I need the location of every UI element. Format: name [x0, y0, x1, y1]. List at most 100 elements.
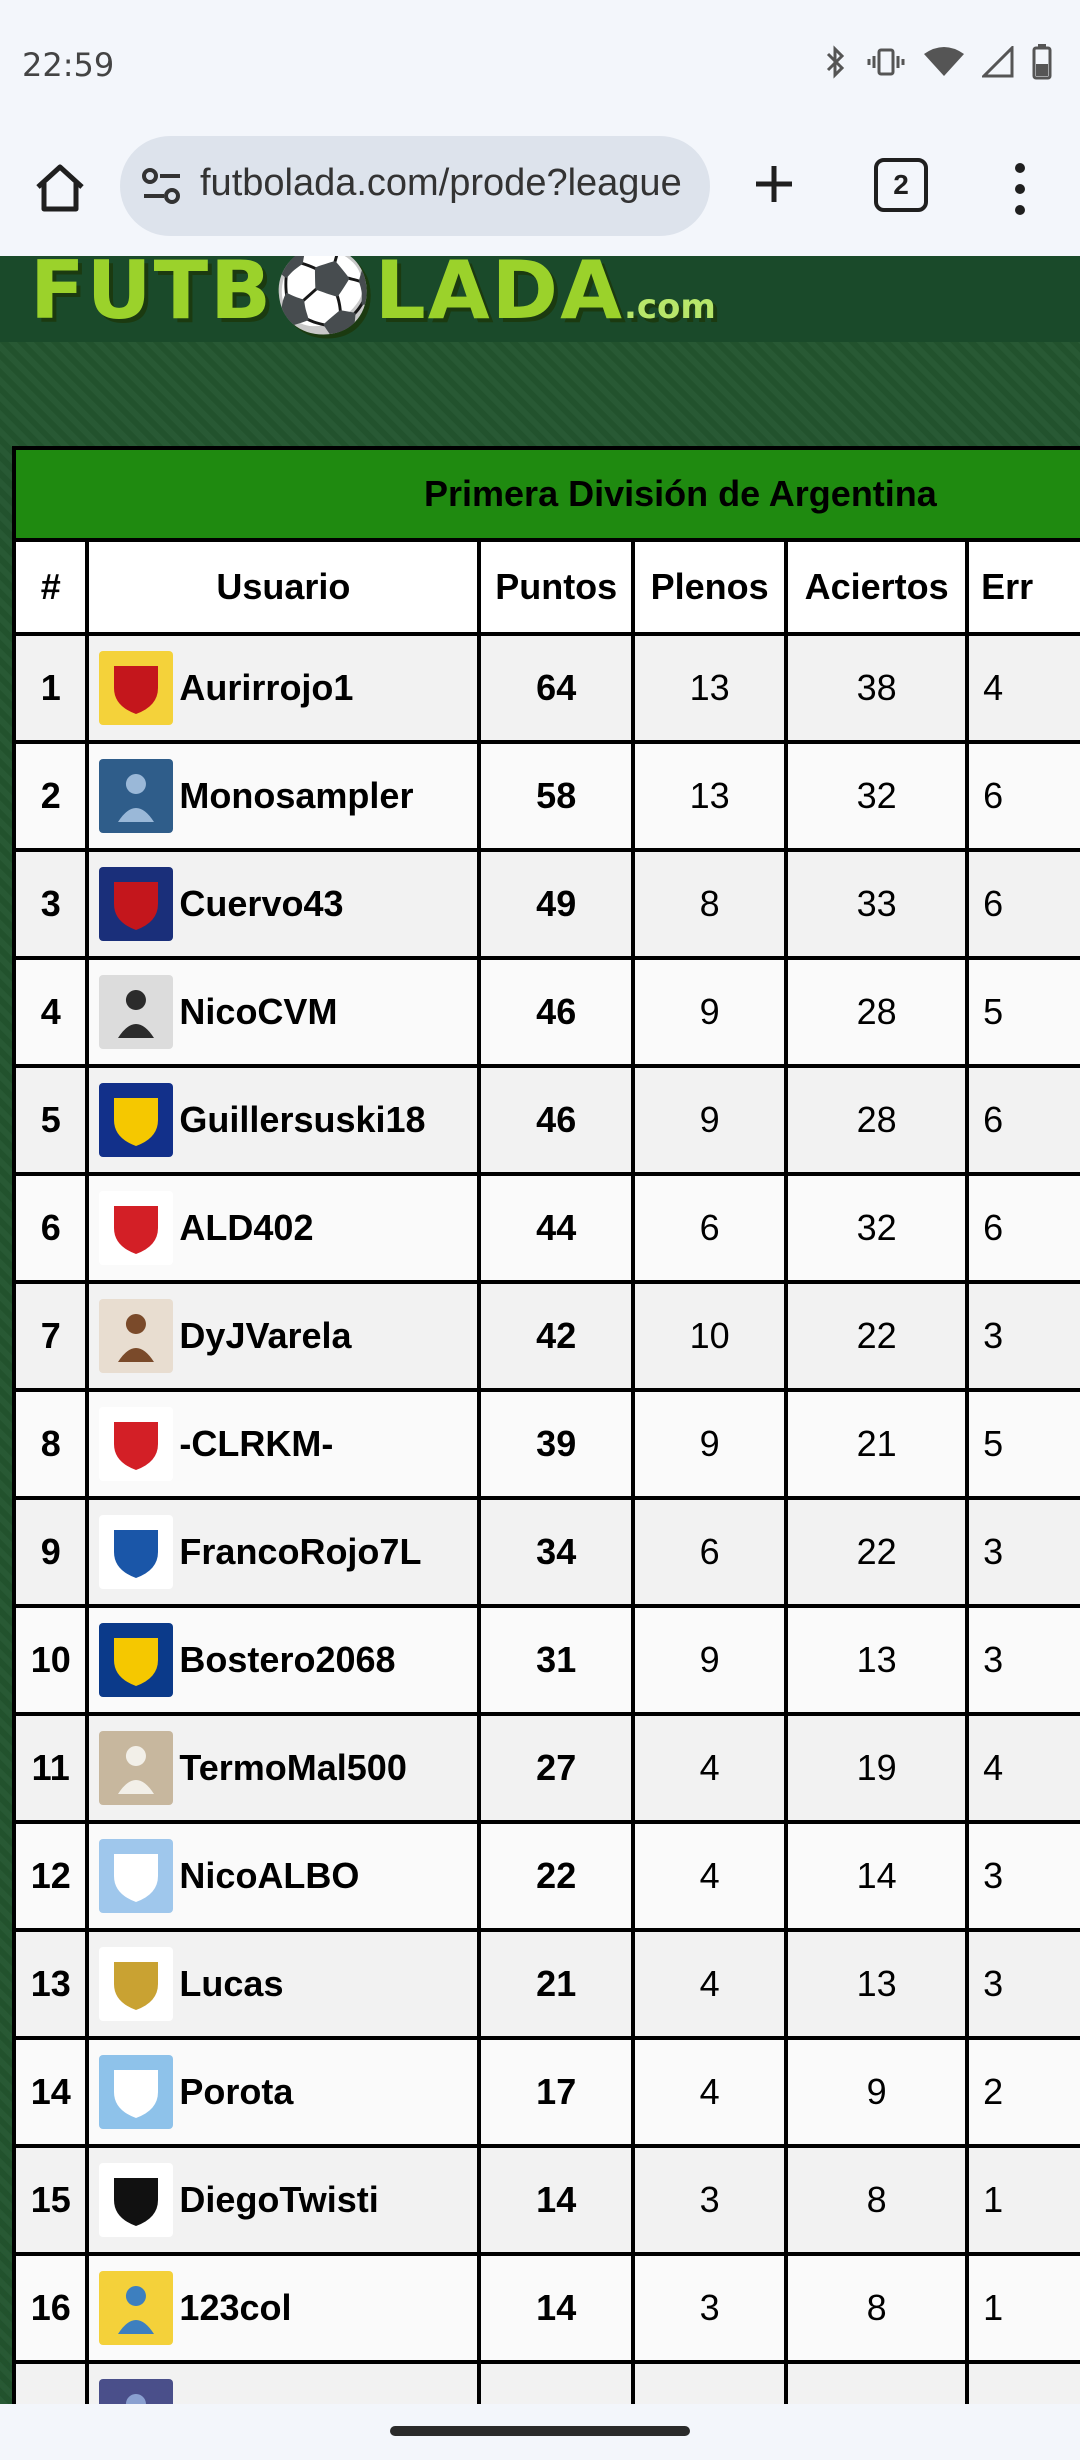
rank-cell: 4	[16, 960, 86, 1064]
user-cell[interactable]: Aurirrojo1	[89, 636, 478, 740]
user-cell[interactable]: NicoALBO	[89, 1824, 478, 1928]
site-logo[interactable]: FUTB⚽LADA.com	[30, 256, 716, 338]
errores-cell: 1	[969, 2148, 1080, 2252]
plenos-cell: 13	[635, 636, 785, 740]
avatar[interactable]	[99, 1839, 174, 1913]
man-photo-icon	[118, 990, 155, 1038]
user-cell[interactable]: Monosampler	[89, 744, 478, 848]
user-cell[interactable]: -CLRKM-	[89, 1392, 478, 1496]
rank-cell: 15	[16, 2148, 86, 2252]
header-user[interactable]: Usuario	[89, 542, 478, 632]
avatar[interactable]	[99, 1947, 174, 2021]
rank-cell: 12	[16, 1824, 86, 1928]
user-cell[interactable]: DyJVarela	[89, 1284, 478, 1388]
username[interactable]: Guillersuski18	[179, 1099, 425, 1141]
avatar[interactable]	[99, 1191, 174, 1265]
table-row: 7 DyJVarela 42 10 22 3	[16, 1284, 1080, 1388]
username[interactable]: Aurirrojo1	[179, 667, 353, 709]
status-time: 22:59	[22, 46, 115, 84]
user-cell[interactable]	[89, 2364, 478, 2404]
plenos-cell: 9	[635, 1608, 785, 1712]
avatar[interactable]	[99, 975, 174, 1049]
plenos-cell: 9	[635, 1068, 785, 1172]
gesture-handle[interactable]	[390, 2426, 690, 2436]
table-row: 5 Guillersuski18 46 9 28 6	[16, 1068, 1080, 1172]
header-aciertos[interactable]: Aciertos	[788, 542, 966, 632]
username[interactable]: DyJVarela	[179, 1315, 351, 1357]
url-bar[interactable]: futbolada.com/prode?league	[120, 136, 710, 236]
avatar[interactable]	[99, 1515, 174, 1589]
errores-cell: 3	[969, 1284, 1080, 1388]
argentinos-badge-icon	[114, 1206, 159, 1254]
points-cell: 27	[481, 1716, 632, 1820]
table-row: 13 Lucas 21 4 13 3	[16, 1932, 1080, 2036]
username[interactable]: Lucas	[179, 1963, 283, 2005]
table-row: 6 ALD402 44 6 32 6	[16, 1176, 1080, 1280]
user-cell[interactable]: Lucas	[89, 1932, 478, 2036]
avatar[interactable]	[99, 867, 174, 941]
username[interactable]: TermoMal500	[179, 1747, 406, 1789]
username[interactable]: 123col	[179, 2287, 291, 2329]
points-cell: 46	[481, 960, 632, 1064]
username[interactable]: NicoCVM	[179, 991, 337, 1033]
user-cell[interactable]: NicoCVM	[89, 960, 478, 1064]
avatar[interactable]	[99, 2379, 174, 2404]
user-cell[interactable]: TermoMal500	[89, 1716, 478, 1820]
user-cell[interactable]: 123col	[89, 2256, 478, 2360]
avatar[interactable]	[99, 759, 174, 833]
aciertos-cell: 33	[788, 852, 966, 956]
avatar[interactable]	[99, 1623, 174, 1697]
errores-cell: 1	[969, 2256, 1080, 2360]
user-cell[interactable]: Cuervo43	[89, 852, 478, 956]
user-cell[interactable]: Porota	[89, 2040, 478, 2144]
username[interactable]: Monosampler	[179, 775, 413, 817]
username[interactable]: FrancoRojo7L	[179, 1531, 421, 1573]
new-tab-button[interactable]	[744, 154, 804, 214]
avatar[interactable]	[99, 2055, 174, 2129]
plenos-cell: 3	[635, 2148, 785, 2252]
tab-switcher-button[interactable]: 2	[874, 158, 928, 212]
site-settings-icon[interactable]	[140, 166, 184, 206]
header-plenos[interactable]: Plenos	[635, 542, 785, 632]
rosario-central-shield-icon	[114, 1098, 159, 1146]
user-cell[interactable]: FrancoRojo7L	[89, 1500, 478, 1604]
table-row: 15 DiegoTwisti 14 3 8 1	[16, 2148, 1080, 2252]
username[interactable]: Bostero2068	[179, 1639, 395, 1681]
points-cell: 21	[481, 1932, 632, 2036]
plenos-cell: 4	[635, 1824, 785, 1928]
username[interactable]: -CLRKM-	[179, 1423, 333, 1465]
errores-cell: 3	[969, 1608, 1080, 1712]
status-icons	[824, 44, 1052, 80]
san-lorenzo-shield-icon	[114, 882, 159, 930]
username[interactable]: ALD402	[179, 1207, 313, 1249]
username[interactable]: DiegoTwisti	[179, 2179, 378, 2221]
avatar[interactable]	[99, 651, 174, 725]
avatar[interactable]	[99, 1299, 174, 1373]
table-row: 10 Bostero2068 31 9 13 3	[16, 1608, 1080, 1712]
skeleton-photo-icon	[118, 1746, 155, 1794]
header-errores[interactable]: Err	[969, 542, 1080, 632]
avatar[interactable]	[99, 1407, 174, 1481]
logo-suffix: .com	[623, 287, 716, 327]
shield-red-yellow-icon	[114, 666, 159, 714]
username[interactable]: NicoALBO	[179, 1855, 359, 1897]
avatar[interactable]	[99, 1731, 174, 1805]
aciertos-cell: 13	[788, 1608, 966, 1712]
plenos-cell: 9	[635, 1392, 785, 1496]
aciertos-cell: 19	[788, 1716, 966, 1820]
user-cell[interactable]: Bostero2068	[89, 1608, 478, 1712]
avatar[interactable]	[99, 2163, 174, 2237]
points-cell: 14	[481, 2256, 632, 2360]
username[interactable]: Porota	[179, 2071, 293, 2113]
header-points[interactable]: Puntos	[481, 542, 632, 632]
avatar[interactable]	[99, 2271, 174, 2345]
avatar[interactable]	[99, 1083, 174, 1157]
username[interactable]: Cuervo43	[179, 883, 343, 925]
home-button[interactable]	[30, 158, 90, 218]
user-cell[interactable]: DiegoTwisti	[89, 2148, 478, 2252]
user-cell[interactable]: ALD402	[89, 1176, 478, 1280]
user-cell[interactable]: Guillersuski18	[89, 1068, 478, 1172]
header-rank[interactable]: #	[16, 542, 86, 632]
table-row: 16 123col 14 3 8 1	[16, 2256, 1080, 2360]
overflow-menu-button[interactable]	[1000, 154, 1040, 224]
